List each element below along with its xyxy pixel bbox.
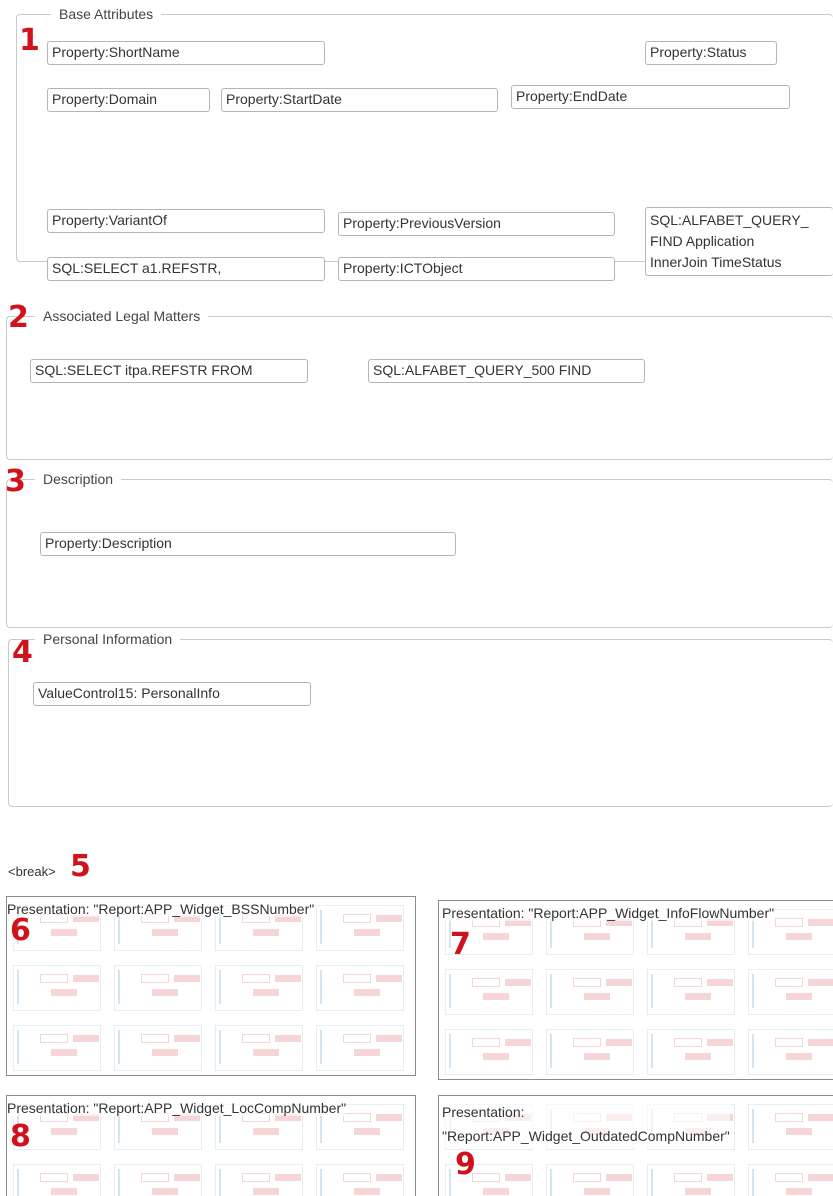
widget-loccomp-number[interactable]: Presentation: "Report:APP_Widget_LocComp… bbox=[6, 1095, 416, 1196]
widget-infoflow-title: Presentation: "Report:APP_Widget_InfoFlo… bbox=[442, 905, 775, 921]
legal-matters-group: Associated Legal Matters bbox=[6, 308, 833, 460]
marker-6: 6 bbox=[10, 913, 31, 948]
sql-query-line1: SQL:ALFABET_QUERY_ bbox=[650, 212, 809, 228]
previousversion-field[interactable]: Property:PreviousVersion bbox=[338, 212, 615, 236]
marker-9: 9 bbox=[455, 1147, 476, 1182]
personal-info-field[interactable]: ValueControl15: PersonalInfo bbox=[33, 682, 311, 706]
personal-info-legend: Personal Information bbox=[35, 631, 181, 647]
marker-3: 3 bbox=[5, 464, 26, 499]
widget-infoflow-number[interactable]: Presentation: "Report:APP_Widget_InfoFlo… bbox=[438, 900, 833, 1080]
shortname-field[interactable]: Property:ShortName bbox=[47, 41, 325, 65]
personal-info-group: Personal Information bbox=[8, 631, 833, 807]
description-legend: Description bbox=[35, 471, 122, 487]
base-attributes-legend: Base Attributes bbox=[51, 6, 162, 22]
widget-outdatedcomp-title-line2: "Report:APP_Widget_OutdatedCompNumber" bbox=[442, 1128, 730, 1144]
widget-infoflow-preview bbox=[445, 909, 833, 1079]
marker-2: 2 bbox=[8, 300, 29, 335]
sql-query-line2: FIND Application bbox=[650, 233, 755, 249]
startdate-field[interactable]: Property:StartDate bbox=[221, 88, 498, 112]
widget-bss-number[interactable]: Presentation: "Report:APP_Widget_BSSNumb… bbox=[6, 896, 416, 1076]
marker-1: 1 bbox=[19, 23, 40, 58]
widget-outdatedcomp-title-line1: Presentation: bbox=[442, 1104, 525, 1120]
widget-outdatedcomp-title: Presentation: "Report:APP_Widget_Outdate… bbox=[442, 1100, 730, 1148]
description-field[interactable]: Property:Description bbox=[40, 532, 456, 556]
legal-sql-query-field[interactable]: SQL:ALFABET_QUERY_500 FIND bbox=[368, 359, 645, 383]
legal-matters-legend: Associated Legal Matters bbox=[35, 308, 209, 324]
domain-field[interactable]: Property:Domain bbox=[47, 88, 210, 112]
sql-query-line3: InnerJoin TimeStatus bbox=[650, 254, 782, 270]
sql-query-field[interactable]: SQL:ALFABET_QUERY_ FIND Application Inne… bbox=[645, 207, 833, 276]
variantof-field[interactable]: Property:VariantOf bbox=[47, 209, 325, 233]
widget-bss-title: Presentation: "Report:APP_Widget_BSSNumb… bbox=[7, 901, 315, 917]
status-field[interactable]: Property:Status bbox=[645, 41, 777, 65]
marker-8: 8 bbox=[10, 1119, 31, 1154]
widget-outdatedcomp-number[interactable]: Presentation: "Report:APP_Widget_Outdate… bbox=[438, 1095, 833, 1196]
break-label: <break> bbox=[8, 864, 56, 879]
widget-loccomp-title: Presentation: "Report:APP_Widget_LocComp… bbox=[7, 1100, 347, 1116]
sql-select-field[interactable]: SQL:SELECT a1.REFSTR, bbox=[47, 257, 325, 281]
legal-sql-select-field[interactable]: SQL:SELECT itpa.REFSTR FROM bbox=[30, 359, 308, 383]
enddate-field[interactable]: Property:EndDate bbox=[511, 85, 790, 109]
ictobject-field[interactable]: Property:ICTObject bbox=[338, 257, 615, 281]
widget-loccomp-preview bbox=[13, 1104, 415, 1196]
marker-7: 7 bbox=[450, 927, 471, 962]
widget-bss-preview bbox=[13, 905, 415, 1075]
marker-4: 4 bbox=[12, 635, 33, 670]
marker-5: 5 bbox=[70, 849, 91, 884]
